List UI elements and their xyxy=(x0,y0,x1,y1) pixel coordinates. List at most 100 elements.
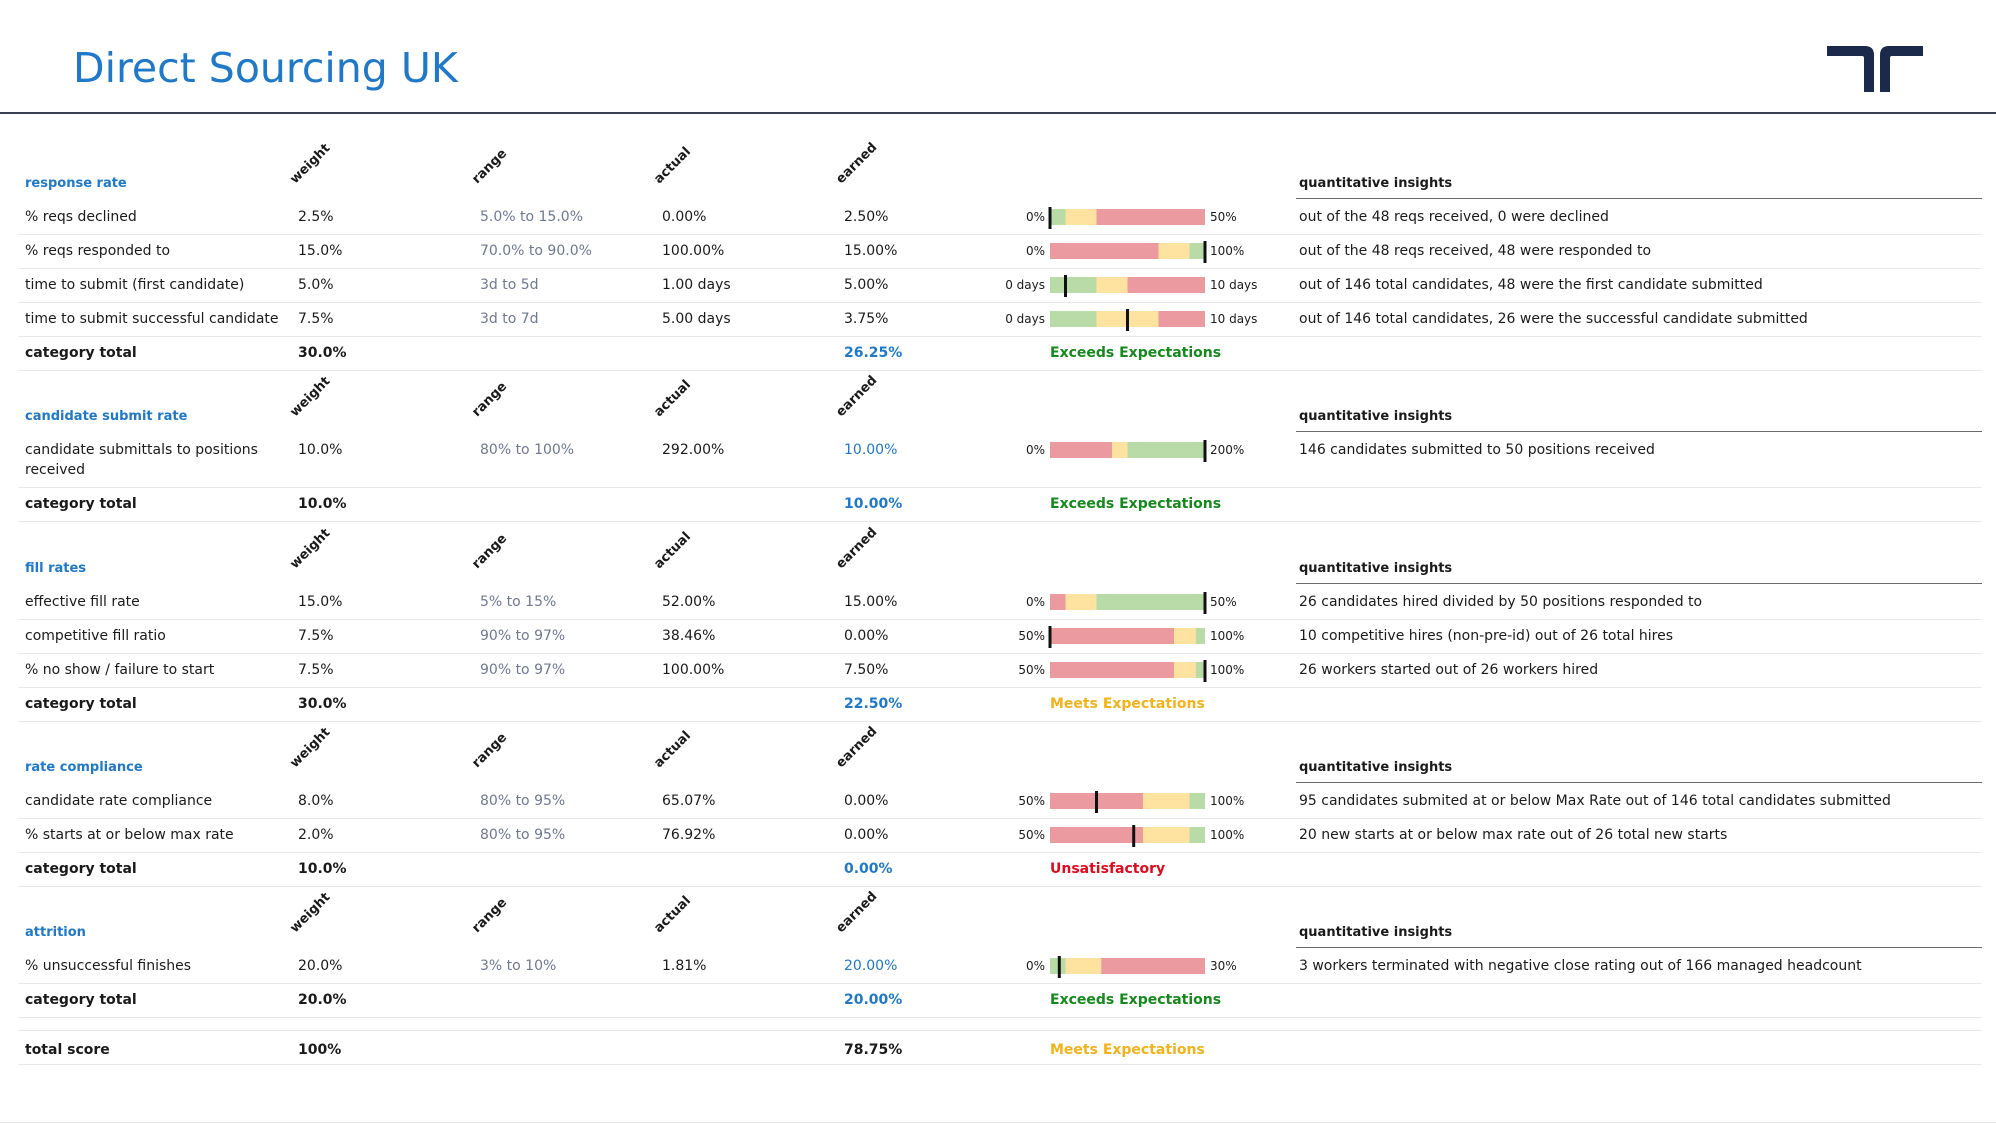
bar-actual-marker xyxy=(1126,309,1129,331)
range-value: 5% to 15% xyxy=(480,594,557,610)
row-separator xyxy=(18,487,1982,488)
bar-segment-green xyxy=(1195,628,1205,644)
bar-segment-yellow xyxy=(1158,243,1190,259)
row-separator xyxy=(18,886,1982,887)
scorecard-table: response rate weight range actual earned quan… xyxy=(0,0,1996,1125)
earned-value: 3.75% xyxy=(844,311,889,327)
insights-header-rule xyxy=(1296,431,1982,432)
earned-value: 2.50% xyxy=(844,209,889,225)
insight-text: 146 candidates submitted to 50 positions… xyxy=(1299,442,1655,458)
bar-max-label: 30% xyxy=(1210,959,1237,973)
insights-header: quantitative insights xyxy=(1299,760,1453,775)
bar-segment-green xyxy=(1050,209,1066,225)
metric-label: effective fill rate xyxy=(25,594,140,610)
bar-segment-yellow xyxy=(1174,662,1196,678)
category-total-earned: 0.00% xyxy=(844,861,893,877)
row-separator xyxy=(18,521,1982,522)
category-total-earned: 10.00% xyxy=(844,496,903,512)
insight-text: 3 workers terminated with negative close… xyxy=(1299,958,1862,974)
row-separator xyxy=(18,370,1982,371)
bar-segment-green xyxy=(1050,311,1097,327)
column-header-range: range xyxy=(469,146,511,187)
bar-segment-red xyxy=(1101,958,1205,974)
row-separator xyxy=(18,653,1982,654)
bar-segment-red xyxy=(1050,628,1174,644)
category-total-weight: 20.0% xyxy=(298,992,347,1008)
category-title: fill rates xyxy=(25,561,87,576)
insight-text: out of 146 total candidates, 26 were the… xyxy=(1299,311,1808,327)
actual-value: 100.00% xyxy=(662,662,725,678)
bar-max-label: 50% xyxy=(1210,595,1237,609)
bar-min-label: 0% xyxy=(1025,959,1045,973)
bar-actual-marker xyxy=(1203,440,1207,462)
insights-header-rule xyxy=(1296,782,1982,783)
row-separator xyxy=(18,818,1982,819)
row-separator xyxy=(18,721,1982,722)
row-separator xyxy=(18,1064,1982,1065)
category-status: Unsatisfactory xyxy=(1050,861,1166,877)
performance-bullet-bar xyxy=(1050,791,1205,813)
bar-segment-green xyxy=(1050,958,1066,974)
category-title: candidate submit rate xyxy=(25,409,188,424)
actual-value: 5.00 days xyxy=(662,311,731,327)
total-score-earned: 78.75% xyxy=(844,1042,903,1058)
bar-segment-red xyxy=(1050,243,1159,259)
grand-total-top-rule xyxy=(18,1030,1982,1031)
weight-value: 10.0% xyxy=(298,442,343,458)
bar-actual-marker xyxy=(1095,791,1098,813)
bar-actual-marker xyxy=(1048,207,1052,229)
performance-bullet-bar xyxy=(1050,440,1207,462)
weight-value: 7.5% xyxy=(298,628,334,644)
bar-min-label: 50% xyxy=(1018,828,1045,842)
bar-max-label: 10 days xyxy=(1210,312,1258,326)
category-total-earned: 20.00% xyxy=(844,992,903,1008)
bar-segment-green xyxy=(1096,594,1205,610)
bar-segment-yellow xyxy=(1065,209,1097,225)
range-value: 90% to 97% xyxy=(480,662,566,678)
category-title: response rate xyxy=(25,176,127,191)
performance-bullet-bar xyxy=(1050,592,1207,614)
bar-actual-marker xyxy=(1064,275,1067,297)
bar-min-label: 0% xyxy=(1025,210,1045,224)
column-header-earned: earned xyxy=(833,525,881,572)
weight-value: 2.0% xyxy=(298,827,334,843)
total-score-label: total score xyxy=(25,1042,110,1058)
actual-value: 1.81% xyxy=(662,958,707,974)
metric-label: % reqs declined xyxy=(25,209,137,225)
range-value: 80% to 95% xyxy=(480,827,566,843)
category-total-weight: 30.0% xyxy=(298,696,347,712)
metric-label: candidate rate compliance xyxy=(25,793,213,809)
performance-bullet-bar xyxy=(1050,309,1205,331)
row-separator xyxy=(18,983,1982,984)
earned-value: 10.00% xyxy=(844,442,898,458)
category-status: Exceeds Expectations xyxy=(1050,345,1222,361)
bar-segment-yellow xyxy=(1143,827,1190,843)
bar-actual-marker xyxy=(1203,241,1207,263)
performance-bullet-bar xyxy=(1048,626,1205,648)
earned-value: 7.50% xyxy=(844,662,889,678)
category-total-weight: 10.0% xyxy=(298,861,347,877)
bar-min-label: 50% xyxy=(1018,629,1045,643)
weight-value: 7.5% xyxy=(298,662,334,678)
actual-value: 65.07% xyxy=(662,793,716,809)
category-total-label: category total xyxy=(25,992,137,1008)
range-value: 70.0% to 90.0% xyxy=(480,243,592,259)
total-score-weight: 100% xyxy=(298,1042,342,1058)
insight-text: out of the 48 reqs received, 0 were decl… xyxy=(1299,209,1609,225)
weight-value: 5.0% xyxy=(298,277,334,293)
bar-actual-marker xyxy=(1203,660,1207,682)
metric-label-line2: received xyxy=(25,462,86,478)
bar-segment-red xyxy=(1050,827,1143,843)
insights-header: quantitative insights xyxy=(1299,176,1453,191)
earned-value: 0.00% xyxy=(844,628,889,644)
actual-value: 0.00% xyxy=(662,209,707,225)
bar-max-label: 100% xyxy=(1210,629,1245,643)
insight-text: 26 candidates hired divided by 50 positi… xyxy=(1299,594,1703,610)
column-header-weight: weight xyxy=(287,140,334,187)
weight-value: 7.5% xyxy=(298,311,334,327)
column-header-weight: weight xyxy=(287,724,334,771)
insight-text: out of 146 total candidates, 48 were the… xyxy=(1299,277,1763,293)
insights-header-rule xyxy=(1296,198,1982,199)
category-total-label: category total xyxy=(25,696,137,712)
metric-label: time to submit (first candidate) xyxy=(25,277,245,293)
